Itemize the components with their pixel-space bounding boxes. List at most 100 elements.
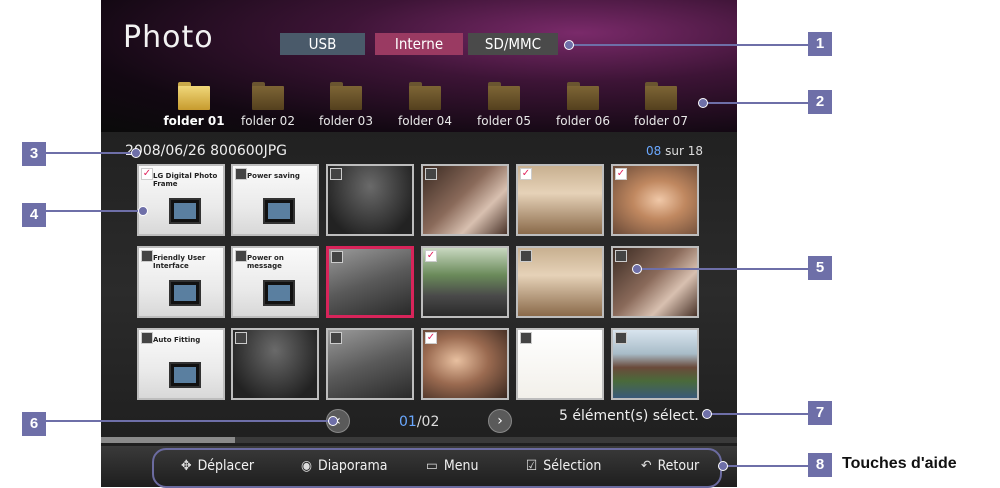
- callout-line: [636, 268, 808, 270]
- help-keys-caption: Touches d'aide: [842, 455, 957, 472]
- thumbnail[interactable]: Auto Fitting: [137, 328, 225, 400]
- callout-number: 6: [22, 412, 46, 436]
- callout-dot: [564, 40, 574, 50]
- folder-label: folder 01: [163, 114, 225, 128]
- callout-number: 7: [808, 401, 832, 425]
- thumbnail[interactable]: [611, 328, 699, 400]
- selection-count: 5 élément(s) sélect.: [559, 408, 699, 424]
- thumbnail-checkbox[interactable]: [235, 250, 247, 262]
- folder-icon: [330, 82, 362, 110]
- file-name: 2008/06/26 800600JPG: [125, 143, 288, 159]
- thumbnail-focused[interactable]: [326, 246, 414, 318]
- folder-label: folder 02: [241, 114, 295, 128]
- folder-item[interactable]: folder 04: [390, 82, 460, 128]
- callout-dot: [138, 206, 148, 216]
- source-internal-button[interactable]: Interne: [375, 33, 463, 55]
- callout-line: [566, 44, 808, 46]
- callout-line: [46, 420, 330, 422]
- thumbnail[interactable]: ✓ LG Digital Photo Frame: [137, 164, 225, 236]
- thumbnail[interactable]: ✓: [421, 328, 509, 400]
- photo-frame-image: [169, 198, 201, 224]
- source-usb-button[interactable]: USB: [280, 33, 365, 55]
- thumbnail-caption: Friendly User Interface: [153, 254, 206, 270]
- callout-dot: [131, 148, 141, 158]
- photo-frame-image: [263, 280, 295, 306]
- app-title: Photo: [123, 20, 214, 55]
- thumbnail[interactable]: [516, 328, 604, 400]
- folder-item[interactable]: folder 02: [233, 82, 303, 128]
- photo-frame-image: [169, 280, 201, 306]
- thumbnail-checkbox[interactable]: [330, 168, 342, 180]
- thumbnail-checkbox[interactable]: ✓: [425, 332, 437, 344]
- folder-item[interactable]: folder 07: [626, 82, 696, 128]
- callout-dot: [702, 409, 712, 419]
- thumbnail-checkbox[interactable]: [615, 332, 627, 344]
- thumbnail[interactable]: Power on message: [231, 246, 319, 318]
- thumbnail[interactable]: [231, 328, 319, 400]
- thumbnail-checkbox[interactable]: [331, 251, 343, 263]
- thumbnail-checkbox[interactable]: ✓: [141, 168, 153, 180]
- thumbnail-checkbox[interactable]: ✓: [425, 250, 437, 262]
- thumbnail-checkbox[interactable]: [141, 250, 153, 262]
- folder-label: folder 04: [398, 114, 452, 128]
- thumbnail-checkbox[interactable]: [330, 332, 342, 344]
- thumbnail[interactable]: Friendly User Interface: [137, 246, 225, 318]
- chevron-right-icon: ›: [497, 413, 503, 429]
- thumbnail-checkbox[interactable]: [425, 168, 437, 180]
- callout-number: 2: [808, 90, 832, 114]
- page-current: 01: [399, 414, 417, 430]
- thumbnail[interactable]: ✓: [516, 164, 604, 236]
- callout-number: 1: [808, 32, 832, 56]
- thumbnail-checkbox[interactable]: ✓: [615, 168, 627, 180]
- folder-icon: [645, 82, 677, 110]
- callout-line: [706, 413, 808, 415]
- folder-label: folder 03: [319, 114, 373, 128]
- scrollbar-thumb[interactable]: [101, 437, 235, 443]
- folder-item[interactable]: folder 05: [469, 82, 539, 128]
- photo-frame-image: [169, 362, 201, 388]
- thumbnail-checkbox[interactable]: ✓: [520, 168, 532, 180]
- folder-icon: [178, 82, 210, 110]
- thumbnail[interactable]: ✓: [611, 164, 699, 236]
- callout-number: 4: [22, 203, 46, 227]
- thumbnail[interactable]: [611, 246, 699, 318]
- help-keys-outline: [152, 448, 722, 488]
- thumbnail-checkbox[interactable]: [235, 332, 247, 344]
- photo-browser-screen: Photo USB Interne SD/MMC folder 01 folder…: [101, 0, 737, 487]
- folder-item[interactable]: folder 03: [311, 82, 381, 128]
- thumbnail-caption: LG Digital Photo Frame: [153, 172, 218, 188]
- thumbnail[interactable]: [326, 164, 414, 236]
- callout-number: 5: [808, 256, 832, 280]
- callout-line: [46, 210, 142, 212]
- folder-item[interactable]: folder 06: [548, 82, 618, 128]
- thumbnail-caption: Power saving: [247, 172, 300, 180]
- thumbnail-checkbox[interactable]: [141, 332, 153, 344]
- next-page-button[interactable]: ›: [488, 409, 512, 433]
- thumbnail-caption: Auto Fitting: [153, 336, 201, 344]
- photo-frame-image: [263, 198, 295, 224]
- callout-line: [722, 465, 808, 467]
- page-indicator: 01/02: [399, 414, 439, 430]
- thumbnail[interactable]: Power saving: [231, 164, 319, 236]
- page-total: /02: [416, 414, 440, 430]
- thumbnail-caption: Power on message: [247, 254, 284, 270]
- thumbnail[interactable]: [516, 246, 604, 318]
- callout-number: 8: [808, 453, 832, 477]
- callout-dot: [718, 461, 728, 471]
- callout-number: 3: [22, 142, 46, 166]
- thumbnail-checkbox[interactable]: [520, 332, 532, 344]
- folder-label: folder 07: [634, 114, 688, 128]
- thumbnail[interactable]: [421, 164, 509, 236]
- thumbnail-checkbox[interactable]: [615, 250, 627, 262]
- thumbnail-checkbox[interactable]: [235, 168, 247, 180]
- thumbnail[interactable]: [326, 328, 414, 400]
- folder-item[interactable]: folder 01: [159, 82, 229, 128]
- folder-icon: [409, 82, 441, 110]
- total-count: sur 18: [661, 144, 703, 158]
- folder-label: folder 05: [477, 114, 531, 128]
- thumbnail-checkbox[interactable]: [520, 250, 532, 262]
- source-sdmmc-button[interactable]: SD/MMC: [468, 33, 558, 55]
- folder-icon: [252, 82, 284, 110]
- thumbnail[interactable]: ✓: [421, 246, 509, 318]
- folder-label: folder 06: [556, 114, 610, 128]
